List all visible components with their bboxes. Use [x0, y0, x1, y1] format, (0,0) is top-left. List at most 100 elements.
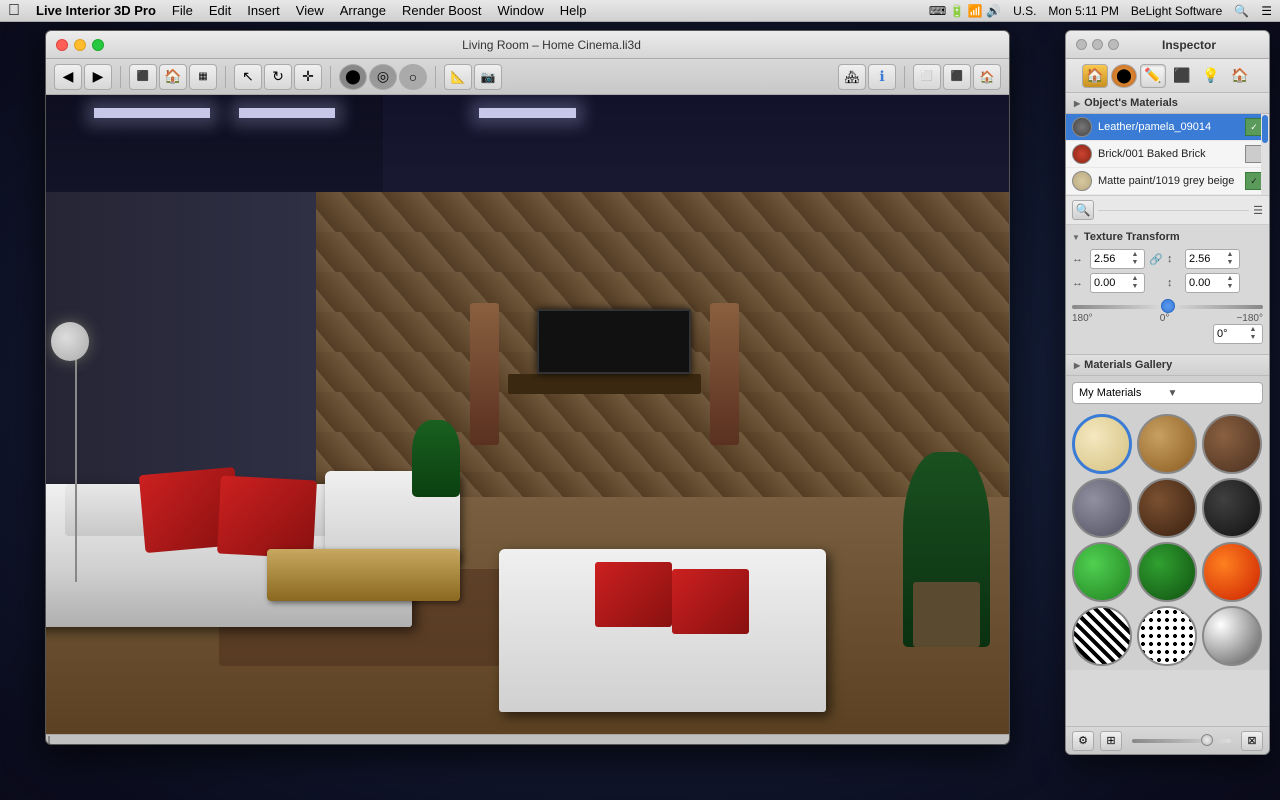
materials-scrollbar[interactable]: [1261, 114, 1269, 195]
info-button[interactable]: ℹ: [868, 64, 896, 90]
material-item-brick[interactable]: Brick/001 Baked Brick: [1066, 141, 1269, 168]
3d-scene[interactable]: [46, 95, 1009, 744]
app-name-menu[interactable]: Live Interior 3D Pro: [36, 3, 156, 18]
render-boost-menu[interactable]: Render Boost: [402, 3, 482, 18]
offsety-field[interactable]: 0.00 ▲ ▼: [1185, 273, 1240, 293]
inspector-tab-bar: 🏠 ⬤ ✏️ ⬛ 💡 🏠: [1066, 59, 1269, 93]
rotate-tool-button[interactable]: ↻: [264, 64, 292, 90]
material-item-paint[interactable]: Matte paint/1019 grey beige ✓: [1066, 168, 1269, 195]
offsetx-field[interactable]: 0.00 ▲ ▼: [1090, 273, 1145, 293]
inspector-tab-room[interactable]: 🏠: [1227, 64, 1253, 88]
offsety-stepper[interactable]: ▲ ▼: [1224, 275, 1236, 291]
inspector-minimize-btn[interactable]: [1092, 39, 1103, 50]
forward-button[interactable]: ▶: [84, 64, 112, 90]
rotation-field[interactable]: 0° ▲ ▼: [1213, 324, 1263, 344]
gallery-item-brown-dark[interactable]: [1137, 478, 1197, 538]
move-tool-button[interactable]: ✛: [294, 64, 322, 90]
main-toolbar: ◀ ▶ ⬛ 🏠 ▦ ↖ ↻ ✛ ⬤ ◎ ○ 📐 📷 🏘 ℹ: [46, 59, 1009, 95]
height-stepper[interactable]: ▲ ▼: [1224, 251, 1236, 267]
inspector-tab-object[interactable]: ⬤: [1111, 64, 1137, 88]
floor-plan-button[interactable]: ⬛: [129, 64, 157, 90]
width-field[interactable]: 2.56 ▲ ▼: [1090, 249, 1145, 269]
render-button[interactable]: 🏠: [159, 64, 187, 90]
rotation-stepper[interactable]: ▲ ▼: [1247, 326, 1259, 342]
material-item-leather[interactable]: Leather/pamela_09014 ✓: [1066, 114, 1269, 141]
inspector-maximize-btn[interactable]: [1108, 39, 1119, 50]
offsetx-down[interactable]: ▼: [1129, 283, 1141, 291]
measure-button[interactable]: 📐: [444, 64, 472, 90]
offsetx-up[interactable]: ▲: [1129, 275, 1141, 283]
rotation-up[interactable]: ▲: [1247, 326, 1259, 334]
apple-menu[interactable]: : [8, 2, 20, 20]
height-up[interactable]: ▲: [1224, 251, 1236, 259]
gallery-item-stone[interactable]: [1072, 478, 1132, 538]
minimize-button[interactable]: [74, 39, 86, 51]
speaker-right: [710, 303, 739, 446]
view-group: ⬛ 🏠 ▦: [129, 64, 217, 90]
inspector-traffic-lights[interactable]: [1076, 39, 1119, 50]
window-menu[interactable]: Window: [498, 3, 544, 18]
help-menu[interactable]: Help: [560, 3, 587, 18]
scene-viewport[interactable]: [46, 95, 1009, 744]
main-traffic-lights[interactable]: [56, 39, 104, 51]
add-material-button[interactable]: ⚙: [1072, 731, 1094, 751]
offsety-down[interactable]: ▼: [1224, 283, 1236, 291]
width-stepper[interactable]: ▲ ▼: [1129, 251, 1141, 267]
gallery-item-wood-dark[interactable]: [1202, 414, 1262, 474]
width-up[interactable]: ▲: [1129, 251, 1141, 259]
camera-snap-button[interactable]: 📷: [474, 64, 502, 90]
orbit-button[interactable]: ⬤: [339, 64, 367, 90]
materials-dropdown[interactable]: My Materials ▼: [1072, 382, 1263, 404]
search-icon[interactable]: 🔍: [1234, 4, 1249, 18]
inspector-tab-home[interactable]: 🏠: [1082, 64, 1108, 88]
offsety-value: 0.00: [1189, 277, 1210, 289]
menu-icon[interactable]: ☰: [1261, 4, 1272, 18]
zoom-button[interactable]: ○: [399, 64, 427, 90]
h-scrollbar[interactable]: [46, 734, 1009, 744]
gallery-view-button[interactable]: ⊠: [1241, 731, 1263, 751]
gallery-item-fire[interactable]: [1202, 542, 1262, 602]
rotation-thumb[interactable]: [1161, 299, 1175, 313]
ortho-view-button[interactable]: ⬜: [913, 64, 941, 90]
select-tool-button[interactable]: ↖: [234, 64, 262, 90]
view-menu[interactable]: View: [296, 3, 324, 18]
size-slider[interactable]: [1132, 739, 1231, 743]
pan-button[interactable]: ◎: [369, 64, 397, 90]
gallery-item-spots[interactable]: [1137, 606, 1197, 666]
insert-menu[interactable]: Insert: [247, 3, 280, 18]
arrange-menu[interactable]: Arrange: [340, 3, 386, 18]
brick-swatch: [1072, 144, 1092, 164]
gallery-item-green-bright[interactable]: [1072, 542, 1132, 602]
offsetx-stepper[interactable]: ▲ ▼: [1129, 275, 1141, 291]
back-button[interactable]: ◀: [54, 64, 82, 90]
inspector-tab-light[interactable]: 💡: [1198, 64, 1224, 88]
gallery-item-cream[interactable]: [1072, 414, 1132, 474]
close-button[interactable]: [56, 39, 68, 51]
edit-menu[interactable]: Edit: [209, 3, 231, 18]
gallery-item-dark[interactable]: [1202, 478, 1262, 538]
inspector-tab-materials[interactable]: ✏️: [1140, 64, 1166, 88]
height-down[interactable]: ▼: [1224, 259, 1236, 267]
maximize-button[interactable]: [92, 39, 104, 51]
inspector-tab-texture[interactable]: ⬛: [1169, 64, 1195, 88]
gallery-item-wood-light[interactable]: [1137, 414, 1197, 474]
home-view-button[interactable]: 🏠: [973, 64, 1001, 90]
gallery-item-zebra[interactable]: [1072, 606, 1132, 666]
layers-button[interactable]: ▦: [189, 64, 217, 90]
eyedropper-button[interactable]: 🔍: [1072, 200, 1094, 220]
size-slider-thumb[interactable]: [1201, 734, 1213, 746]
gallery-item-green-dark[interactable]: [1137, 542, 1197, 602]
rotation-down[interactable]: ▼: [1247, 334, 1259, 342]
file-menu[interactable]: File: [172, 3, 193, 18]
camera-group: ⬤ ◎ ○: [339, 64, 427, 90]
inspector-close-btn[interactable]: [1076, 39, 1087, 50]
dollhouse-button[interactable]: 🏘: [838, 64, 866, 90]
offsety-up[interactable]: ▲: [1224, 275, 1236, 283]
rotation-slider[interactable]: [1072, 305, 1263, 309]
gallery-item-chrome[interactable]: [1202, 606, 1262, 666]
height-field[interactable]: 2.56 ▲ ▼: [1185, 249, 1240, 269]
export-button[interactable]: ⊞: [1100, 731, 1122, 751]
red-cushion-3: [595, 562, 672, 627]
width-down[interactable]: ▼: [1129, 259, 1141, 267]
iso-view-button[interactable]: ⬛: [943, 64, 971, 90]
